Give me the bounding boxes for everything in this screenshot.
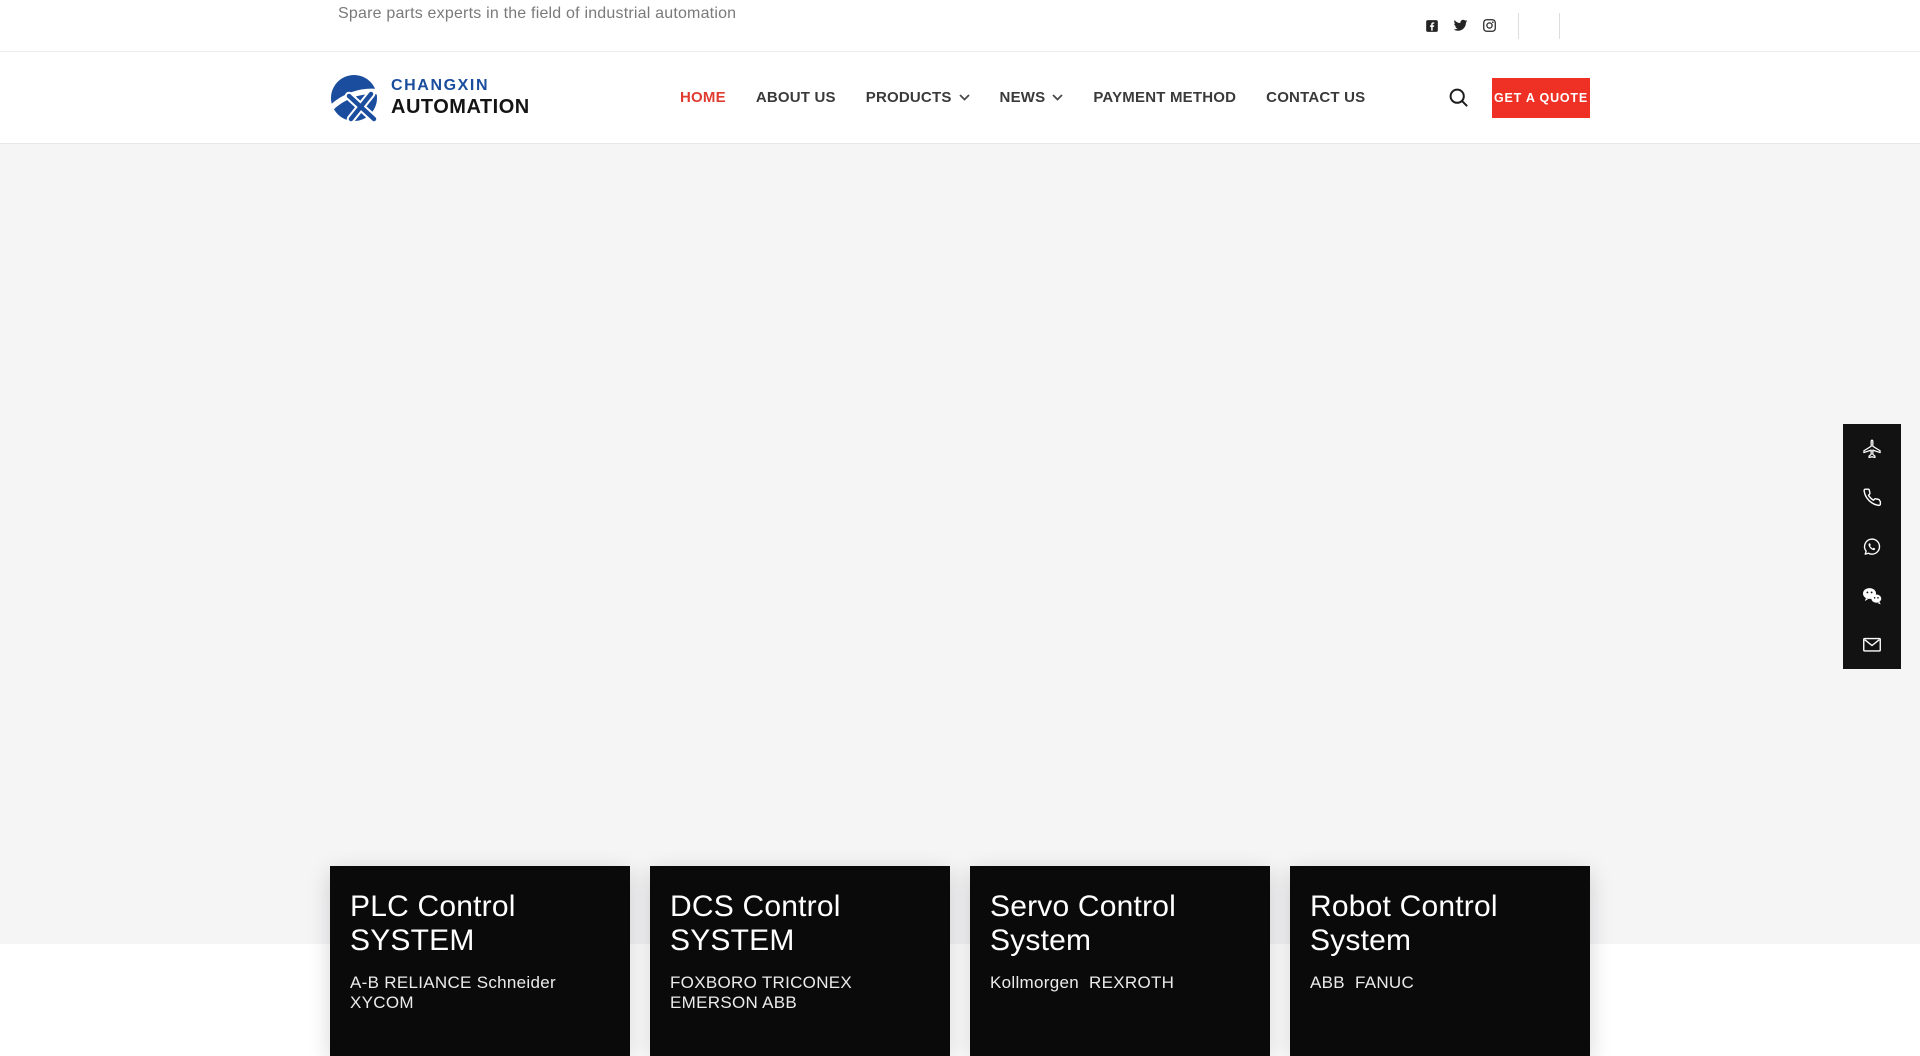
phone-button[interactable] [1843, 473, 1901, 522]
twitter-icon [1453, 18, 1468, 33]
card-robot-control-system[interactable]: Robot Control System ABB FANUC [1290, 866, 1590, 1056]
nav-contact-us[interactable]: CONTACT US [1266, 89, 1365, 106]
main-nav: HOME ABOUT US PRODUCTS NEWS PAYMENT METH… [680, 52, 1365, 143]
card-title: PLC Control SYSTEM [350, 890, 610, 958]
chevron-down-icon [959, 94, 970, 101]
header-right: GET A QUOTE [1447, 52, 1590, 143]
whatsapp-button[interactable] [1843, 522, 1901, 571]
card-subtitle: ABB FANUC [1310, 973, 1570, 993]
wechat-icon [1860, 584, 1884, 608]
twitter-link[interactable] [1453, 18, 1468, 33]
topbar: Spare parts experts in the field of indu… [0, 0, 1920, 52]
nav-payment-method[interactable]: PAYMENT METHOD [1093, 89, 1236, 106]
topbar-right [1425, 0, 1590, 51]
card-subtitle: Kollmorgen REXROTH [990, 973, 1250, 993]
hero-slider [0, 144, 1920, 944]
logo-line2: AUTOMATION [391, 97, 530, 117]
email-button[interactable] [1843, 620, 1901, 669]
chevron-down-icon [1052, 94, 1063, 101]
nav-news[interactable]: NEWS [1000, 89, 1064, 106]
card-title: Servo Control System [990, 890, 1250, 958]
nav-products[interactable]: PRODUCTS [866, 89, 970, 106]
logo[interactable]: CHANGXIN AUTOMATION [330, 73, 530, 123]
category-cards: PLC Control SYSTEM A-B RELIANCE Schneide… [330, 866, 1590, 1056]
airplane-icon [1861, 438, 1883, 460]
phone-icon [1862, 487, 1883, 508]
facebook-link[interactable] [1425, 19, 1439, 33]
card-plc-control-system[interactable]: PLC Control SYSTEM A-B RELIANCE Schneide… [330, 866, 630, 1056]
site-tagline: Spare parts experts in the field of indu… [338, 5, 736, 23]
instagram-icon [1482, 18, 1497, 33]
telegram-button[interactable] [1843, 424, 1901, 473]
email-icon [1861, 634, 1883, 656]
whatsapp-icon [1861, 536, 1883, 558]
logo-text: CHANGXIN AUTOMATION [391, 78, 530, 117]
logo-line1: CHANGXIN [391, 78, 530, 94]
nav-home[interactable]: HOME [680, 89, 726, 106]
card-subtitle: FOXBORO TRICONEX EMERSON ABB [670, 973, 930, 1013]
card-dcs-control-system[interactable]: DCS Control SYSTEM FOXBORO TRICONEX EMER… [650, 866, 950, 1056]
topbar-divider [1518, 13, 1519, 39]
get-a-quote-button[interactable]: GET A QUOTE [1492, 78, 1590, 118]
main-header: CHANGXIN AUTOMATION HOME ABOUT US PRODUC… [0, 52, 1920, 144]
social-links [1425, 18, 1497, 33]
topbar-divider [1559, 13, 1560, 39]
search-icon [1449, 88, 1468, 107]
wechat-button[interactable] [1843, 571, 1901, 620]
card-subtitle: A-B RELIANCE Schneider XYCOM [350, 973, 610, 1013]
card-title: DCS Control SYSTEM [670, 890, 930, 958]
card-title: Robot Control System [1310, 890, 1570, 958]
instagram-link[interactable] [1482, 18, 1497, 33]
facebook-icon [1425, 19, 1439, 33]
nav-about-us[interactable]: ABOUT US [756, 89, 836, 106]
card-servo-control-system[interactable]: Servo Control System Kollmorgen REXROTH [970, 866, 1270, 1056]
search-button[interactable] [1447, 86, 1470, 109]
logo-mark-icon [330, 73, 382, 123]
floating-contact-bar [1843, 424, 1901, 669]
